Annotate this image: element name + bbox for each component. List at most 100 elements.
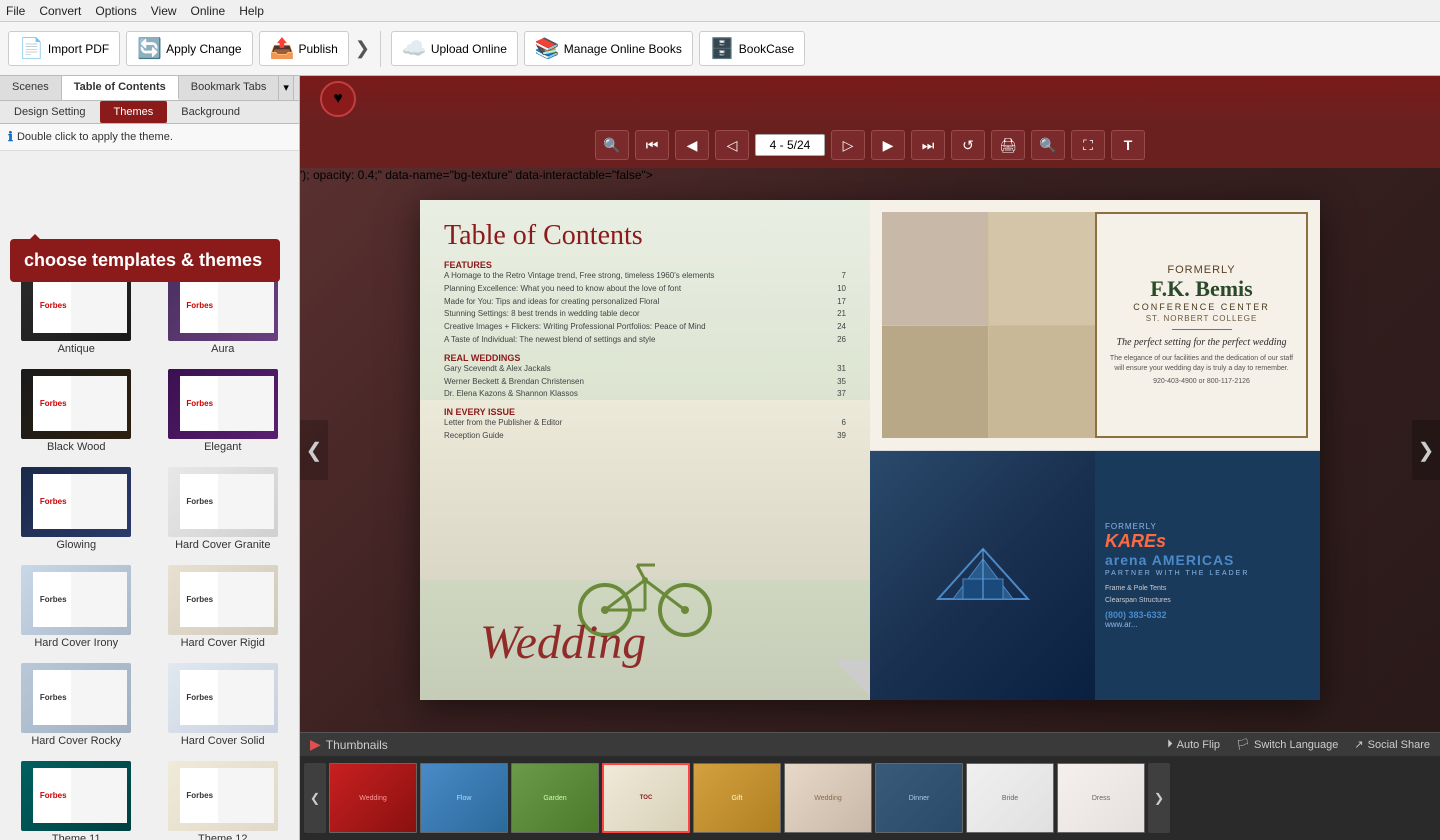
theme-elegant[interactable]: Forbes Elegant xyxy=(153,365,294,457)
forward-button[interactable]: ▶ xyxy=(871,130,905,160)
thumb-9[interactable]: Dress xyxy=(1057,763,1145,833)
toc-items-every: Letter from the Publisher & Editor6 Rece… xyxy=(444,417,846,443)
ad-fkbemis-text: FORMERLY F.K. Bemis CONFERENCE CENTER ST… xyxy=(1095,212,1308,438)
photo-3 xyxy=(882,326,988,439)
menu-options[interactable]: Options xyxy=(95,4,136,18)
thumb-1[interactable]: Wedding xyxy=(329,763,417,833)
ad-arena-brand: arena AMERICAS xyxy=(1105,552,1310,568)
next-page-button[interactable]: ▷ xyxy=(831,130,865,160)
toolbar-expand-arrow[interactable]: ❯ xyxy=(355,38,370,59)
theme-hcirony[interactable]: Forbes Hard Cover Irony xyxy=(6,561,147,653)
teal-page xyxy=(71,768,127,823)
fullscreen-button[interactable]: ⛶ xyxy=(1071,130,1105,160)
theme-light-label: Theme 12 xyxy=(198,833,248,840)
theme-hcrocky[interactable]: Forbes Hard Cover Rocky xyxy=(6,659,147,751)
thumbnails-header: ▶ Thumbnails ⏵ Auto Flip 🏳 Switch Langua… xyxy=(300,733,1440,756)
tab-background[interactable]: Background xyxy=(167,101,254,123)
hcrigid-page xyxy=(218,572,274,627)
theme-aura-label: Aura xyxy=(211,343,234,355)
toc-items-features: A Homage to the Retro Vintage trend, Fre… xyxy=(444,270,846,347)
thumb-6[interactable]: Wedding xyxy=(784,763,872,833)
thumb-8[interactable]: Bride xyxy=(966,763,1054,833)
tab-themes[interactable]: Themes xyxy=(100,101,168,123)
tab-scenes[interactable]: Scenes xyxy=(0,76,62,100)
theme-glowing[interactable]: Forbes Glowing xyxy=(6,463,147,555)
publish-button[interactable]: 📤 Publish xyxy=(259,31,349,66)
thumbnails-controls: ⏵ Auto Flip 🏳 Switch Language ↗ Social S… xyxy=(1167,738,1430,751)
menu-file[interactable]: File xyxy=(6,4,25,18)
next-spread-button[interactable]: ❯ xyxy=(1412,420,1440,480)
toolbar: 📄 Import PDF 🔄 Apply Change 📤 Publish ❯ … xyxy=(0,22,1440,76)
hcsolid-page xyxy=(218,670,274,725)
theme-antique-label: Antique xyxy=(58,343,95,355)
page-indicator[interactable]: 4 - 5/24 xyxy=(755,134,825,156)
lang-icon: 🏳 xyxy=(1236,738,1250,751)
theme-hcrigid-label: Hard Cover Rigid xyxy=(181,637,265,649)
theme-blackwood-thumb: Forbes xyxy=(21,369,131,439)
forward-all-button[interactable]: ⏭ xyxy=(911,130,945,160)
thumbs-prev-button[interactable]: ❮ xyxy=(304,763,326,833)
ad-arena-services: Frame & Pole Tents Clearspan Structures xyxy=(1105,583,1310,605)
back-button[interactable]: ◀ xyxy=(675,130,709,160)
hcrocky-cover: Forbes xyxy=(33,670,73,725)
menu-help[interactable]: Help xyxy=(239,4,264,18)
pdf-icon: 📄 xyxy=(19,36,44,61)
logo-area: ♥ xyxy=(300,76,1440,122)
theme-hcrigid-thumb: Forbes xyxy=(168,565,278,635)
themes-grid: choose templates & themes Forbes Antique… xyxy=(0,151,299,840)
tab-bookmark[interactable]: Bookmark Tabs xyxy=(179,76,280,100)
toc-section-features: FEATURES xyxy=(444,260,846,270)
aura-cover: Forbes xyxy=(180,278,220,333)
toc-section-every: IN EVERY ISSUE xyxy=(444,407,846,417)
menu-view[interactable]: View xyxy=(151,4,177,18)
refresh-icon: 🔄 xyxy=(137,36,162,61)
theme-hcirony-label: Hard Cover Irony xyxy=(34,637,118,649)
thumb-4[interactable]: TOC xyxy=(602,763,690,833)
book-page-left: Table of Contents FEATURES A Homage to t… xyxy=(420,200,870,700)
theme-teal[interactable]: Forbes Theme 11 xyxy=(6,757,147,840)
toc-rw-3: Dr. Elena Kazons & Shannon Klassos37 xyxy=(444,388,846,401)
manage-online-button[interactable]: 📚 Manage Online Books xyxy=(524,31,693,66)
zoom-in-button[interactable]: 🔍 xyxy=(595,130,629,160)
prev-page-button[interactable]: ◁ xyxy=(715,130,749,160)
import-pdf-label: Import PDF xyxy=(48,42,109,56)
search-button[interactable]: 🔍 xyxy=(1031,130,1065,160)
thumb-3[interactable]: Garden xyxy=(511,763,599,833)
upload-online-button[interactable]: ☁️ Upload Online xyxy=(391,31,518,66)
text-button[interactable]: T xyxy=(1111,130,1145,160)
menu-online[interactable]: Online xyxy=(191,4,226,18)
theme-hcgranite[interactable]: Forbes Hard Cover Granite xyxy=(153,463,294,555)
back-all-button[interactable]: ⏮ xyxy=(635,130,669,160)
thumbs-next-button[interactable]: ❯ xyxy=(1148,763,1170,833)
prev-spread-button[interactable]: ❮ xyxy=(300,420,328,480)
rotate-button[interactable]: ↺ xyxy=(951,130,985,160)
manage-icon: 📚 xyxy=(535,36,560,61)
bookcase-button[interactable]: 🗄️ BookCase xyxy=(699,31,805,66)
book-spread: Table of Contents FEATURES A Homage to t… xyxy=(420,200,1320,700)
auto-flip-control[interactable]: ⏵ Auto Flip xyxy=(1167,738,1220,751)
logo-decoration: ♥ xyxy=(320,81,356,117)
theme-hcsolid[interactable]: Forbes Hard Cover Solid xyxy=(153,659,294,751)
import-pdf-button[interactable]: 📄 Import PDF xyxy=(8,31,120,66)
thumb-7[interactable]: Dinner xyxy=(875,763,963,833)
tab-toc[interactable]: Table of Contents xyxy=(62,76,179,100)
thumb-5[interactable]: Gift xyxy=(693,763,781,833)
service-2: Clearspan Structures xyxy=(1105,597,1171,604)
tab-design-setting[interactable]: Design Setting xyxy=(0,101,100,123)
ad-arena-phone: (800) 383-6332 xyxy=(1105,610,1310,620)
share-icon: ↗ xyxy=(1354,738,1363,751)
switch-language-control[interactable]: 🏳 Switch Language xyxy=(1236,738,1338,751)
tab-dropdown[interactable]: ▾ xyxy=(279,76,294,100)
thumb-2[interactable]: Flow xyxy=(420,763,508,833)
menu-convert[interactable]: Convert xyxy=(39,4,81,18)
main-area: Scenes Table of Contents Bookmark Tabs ▾… xyxy=(0,76,1440,840)
social-share-control[interactable]: ↗ Social Share xyxy=(1354,738,1430,751)
theme-hcrigid[interactable]: Forbes Hard Cover Rigid xyxy=(153,561,294,653)
ad-arena: FORMERLY KAREs arena AMERICAS PARTNER WI… xyxy=(870,450,1320,700)
print-button[interactable]: 🖨 xyxy=(991,130,1025,160)
apply-change-button[interactable]: 🔄 Apply Change xyxy=(126,31,252,66)
theme-teal-label: Theme 11 xyxy=(52,833,101,840)
theme-light[interactable]: Forbes Theme 12 xyxy=(153,757,294,840)
nav-toolbar: 🔍 ⏮ ◀ ◁ 4 - 5/24 ▷ ▶ ⏭ ↺ 🖨 🔍 ⛶ T xyxy=(300,122,1440,168)
theme-blackwood[interactable]: Forbes Black Wood xyxy=(6,365,147,457)
